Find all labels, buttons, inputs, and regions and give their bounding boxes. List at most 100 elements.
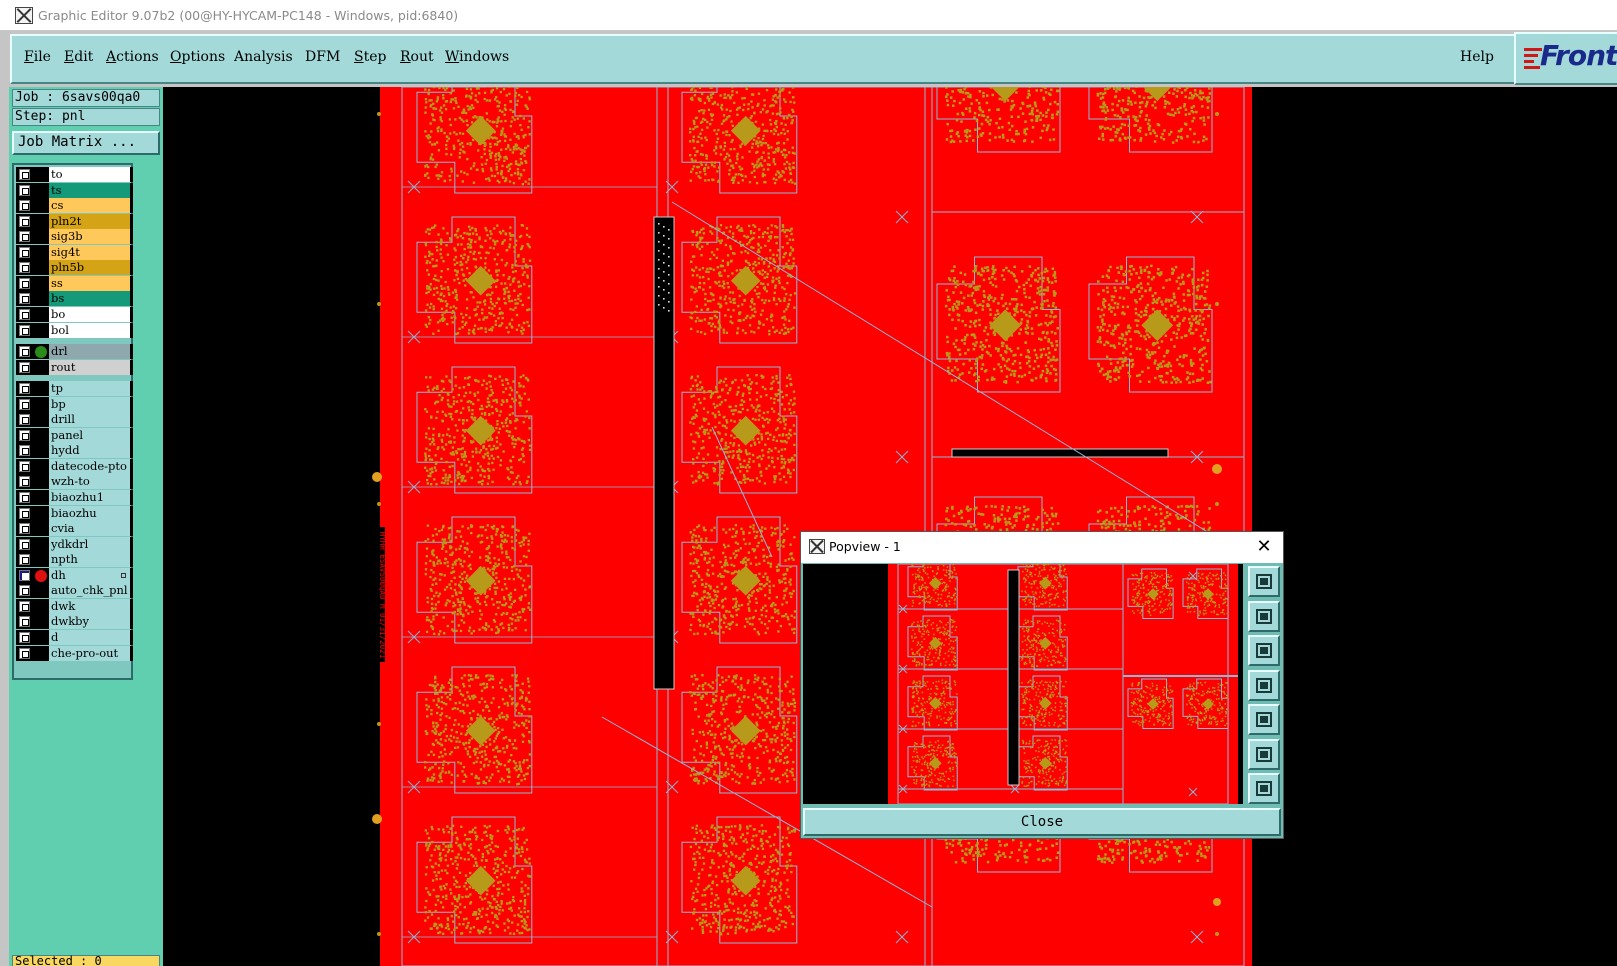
layer-row-bs[interactable]: bs — [16, 291, 133, 307]
layer-checkbox[interactable] — [19, 346, 30, 358]
copper-pad — [770, 313, 773, 316]
layer-row-cvia[interactable]: cvia — [16, 521, 133, 537]
layer-checkbox[interactable] — [19, 414, 30, 426]
layer-checkbox[interactable] — [19, 308, 30, 320]
menu-windows[interactable]: Windows — [445, 49, 509, 65]
layer-row-hydd[interactable]: hydd — [16, 443, 133, 459]
layer-checkbox[interactable] — [19, 361, 30, 373]
layer-checkbox[interactable] — [19, 523, 30, 535]
copper-pad — [785, 153, 788, 157]
layer-row-che-pro-out[interactable]: che-pro-out — [16, 645, 133, 661]
layer-row-panel[interactable]: panel — [16, 427, 133, 443]
copper-pad — [514, 539, 518, 542]
layer-row-bol[interactable]: bol — [16, 322, 133, 338]
layer-row-tp[interactable]: tp — [16, 381, 133, 397]
layer-row-biaozhu1[interactable]: biaozhu1 — [16, 490, 133, 505]
copper-pad — [487, 545, 491, 548]
copper-pad — [454, 479, 457, 482]
layer-checkbox[interactable] — [19, 200, 30, 212]
layer-row-d[interactable]: d — [16, 629, 133, 645]
copper-pad — [767, 299, 771, 303]
copper-pad — [429, 779, 432, 782]
layer-row-auto_chk_pnl[interactable]: auto_chk_pnl — [16, 583, 133, 599]
layer-row-rout[interactable]: rout — [16, 359, 133, 375]
layer-row-bp[interactable]: bp — [16, 396, 133, 412]
copper-pad — [786, 780, 789, 783]
layer-row-ydkdrl[interactable]: ydkdrl — [16, 536, 133, 552]
copper-pad — [437, 699, 440, 703]
menu-file[interactable]: File — [24, 49, 51, 65]
menu-options[interactable]: Options — [170, 49, 225, 65]
layer-checkbox[interactable] — [19, 262, 30, 274]
layer-row-wzh-to[interactable]: wzh-to — [16, 474, 133, 490]
menu-step[interactable]: Step — [354, 49, 386, 65]
copper-pad — [504, 119, 507, 123]
copper-pad — [442, 830, 446, 834]
copper-pad — [761, 235, 765, 239]
menu-rout[interactable]: Rout — [400, 49, 434, 65]
layer-row-dh[interactable]: dh — [16, 567, 133, 583]
layer-row-dwk[interactable]: dwk — [16, 598, 133, 614]
copper-pad — [777, 381, 780, 384]
layer-row-to[interactable]: to — [16, 167, 133, 182]
layer-checkbox[interactable] — [19, 507, 30, 519]
layer-row-datecode-pto[interactable]: datecode-pto — [16, 458, 133, 474]
layer-checkbox[interactable] — [19, 277, 30, 289]
copper-pad — [770, 676, 774, 679]
layer-checkbox[interactable] — [19, 293, 30, 305]
copper-pad — [510, 234, 514, 237]
menu-dfm[interactable]: DFM — [305, 49, 340, 65]
layer-checkbox[interactable] — [19, 383, 30, 395]
copper-pad — [786, 242, 789, 245]
layer-row-sig4t[interactable]: sig4t — [16, 244, 133, 260]
layer-row-npth[interactable]: npth — [16, 552, 133, 568]
menu-actions[interactable]: Actions — [106, 49, 159, 65]
copper-pad — [758, 270, 761, 273]
copper-pad — [429, 559, 432, 563]
layer-row-sig3b[interactable]: sig3b — [16, 229, 133, 245]
menu-analysis[interactable]: Analysis — [234, 49, 293, 65]
copper-pad — [485, 559, 488, 562]
layer-checkbox[interactable] — [19, 324, 30, 336]
copper-pad — [715, 694, 718, 698]
layer-checkbox[interactable] — [19, 460, 30, 472]
layer-checkbox[interactable] — [19, 616, 30, 628]
layer-checkbox[interactable] — [19, 246, 30, 258]
layer-row-dwkby[interactable]: dwkby — [16, 614, 133, 630]
copper-pad — [496, 545, 499, 548]
layer-checkbox[interactable] — [19, 169, 30, 180]
layer-checkbox[interactable] — [19, 585, 30, 597]
layer-checkbox[interactable] — [19, 600, 30, 612]
layer-row-cs[interactable]: cs — [16, 198, 133, 214]
layer-checkbox[interactable] — [19, 631, 30, 643]
copper-pad — [744, 542, 747, 546]
copper-pad — [511, 701, 514, 704]
layer-row-biaozhu[interactable]: biaozhu — [16, 505, 133, 521]
layer-checkbox[interactable] — [19, 184, 30, 196]
layer-checkbox[interactable] — [19, 231, 30, 243]
layer-row-pln2t[interactable]: pln2t — [16, 213, 133, 229]
layer-row-drl[interactable]: drl — [16, 344, 133, 360]
layer-checkbox[interactable] — [19, 476, 30, 488]
copper-pad — [731, 164, 734, 167]
layer-row-bo[interactable]: bo — [16, 306, 133, 322]
copper-pad — [469, 167, 473, 170]
layer-row-ss[interactable]: ss — [16, 275, 133, 291]
layer-checkbox[interactable] — [19, 445, 30, 457]
layer-checkbox[interactable] — [19, 398, 30, 410]
layer-row-pln5b[interactable]: pln5b — [16, 260, 133, 276]
layer-row-ts[interactable]: ts — [16, 182, 133, 198]
layer-checkbox[interactable] — [19, 569, 30, 581]
menu-help[interactable]: Help — [1460, 49, 1494, 65]
copper-pad — [720, 600, 724, 603]
copper-pad — [427, 316, 431, 319]
layer-checkbox[interactable] — [19, 538, 30, 550]
layer-checkbox[interactable] — [19, 492, 30, 503]
menu-edit[interactable]: Edit — [64, 49, 93, 65]
layer-checkbox[interactable] — [19, 554, 30, 566]
job-matrix-button[interactable]: Job Matrix ... — [12, 131, 160, 155]
layer-checkbox[interactable] — [19, 215, 30, 227]
layer-checkbox[interactable] — [19, 647, 30, 659]
layer-row-drill[interactable]: drill — [16, 412, 133, 428]
layer-checkbox[interactable] — [19, 429, 30, 441]
